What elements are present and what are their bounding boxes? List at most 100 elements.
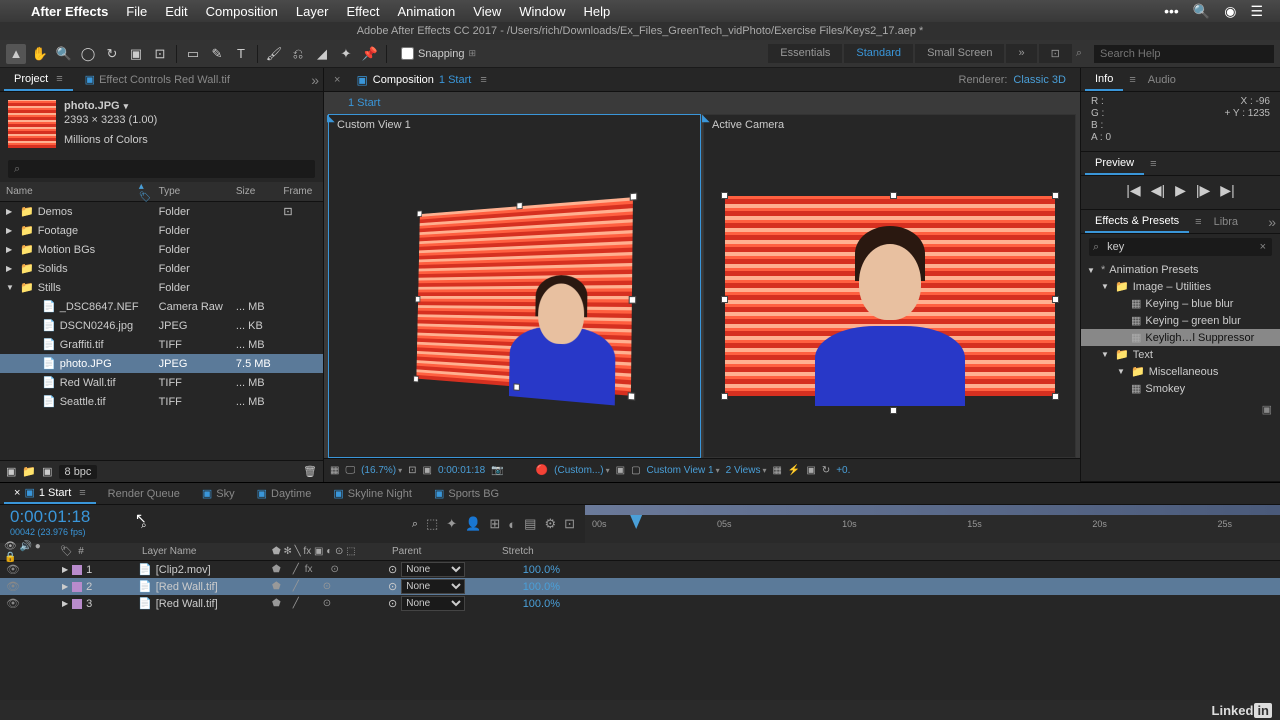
vt-px-icon[interactable]: ▦ <box>772 465 781 476</box>
vt-mask-icon[interactable]: ▢ <box>631 465 640 476</box>
menu-edit[interactable]: Edit <box>156 4 196 19</box>
info-tab[interactable]: Info <box>1085 69 1123 91</box>
snapping-checkbox[interactable] <box>401 47 414 60</box>
tl-comp-mini-icon[interactable]: ⬚ <box>426 516 438 532</box>
effects-tree-item[interactable]: ▼📁Text <box>1081 346 1280 363</box>
tl-tab-renderqueue[interactable]: Render Queue <box>98 485 190 503</box>
camera-tool-icon[interactable]: ▣ <box>126 44 146 64</box>
project-row[interactable]: ▶📁Motion BGsFolder <box>0 240 323 259</box>
hand-tool-icon[interactable]: ✋ <box>30 44 50 64</box>
effects-new-bin-icon[interactable]: ▣ <box>1081 399 1280 420</box>
parent-select[interactable]: None <box>401 562 465 577</box>
effect-controls-tab[interactable]: ▣ Effect Controls Red Wall.tif <box>75 69 240 90</box>
user-icon[interactable]: ◉ <box>1217 3 1243 20</box>
status-more-icon[interactable]: ••• <box>1157 3 1186 19</box>
project-row[interactable]: 📄DSCN0246.jpgJPEG... KB <box>0 316 323 335</box>
project-row[interactable]: ▶📁FootageFolder <box>0 221 323 240</box>
trash-icon[interactable]: 🗑 <box>303 465 317 478</box>
first-frame-icon[interactable]: |◀ <box>1126 182 1140 199</box>
audio-tab[interactable]: Audio <box>1138 70 1186 90</box>
notification-icon[interactable]: ☰ <box>1243 3 1270 20</box>
vt-draft-icon[interactable]: ↻ <box>822 465 830 476</box>
project-row[interactable]: 📄Graffiti.tifTIFF... MB <box>0 335 323 354</box>
tl-tab-sky[interactable]: ▣ Sky <box>192 484 245 503</box>
tl-tab-daytime[interactable]: ▣ Daytime <box>247 484 322 503</box>
timeline-timecode[interactable]: 0:00:01:18 <box>10 507 115 527</box>
eraser-tool-icon[interactable]: ◢ <box>312 44 332 64</box>
project-search-input[interactable] <box>8 160 315 178</box>
brush-tool-icon[interactable]: 🖌 <box>264 44 284 64</box>
text-tool-icon[interactable]: T <box>231 44 251 64</box>
effects-search-input[interactable] <box>1103 238 1253 256</box>
project-tab[interactable]: Project ≡ <box>4 69 73 91</box>
new-folder-icon[interactable]: 📁 <box>22 465 36 478</box>
workspace-essentials[interactable]: Essentials <box>768 44 842 63</box>
project-row[interactable]: 📄photo.JPGJPEG7.5 MB <box>0 354 323 373</box>
project-row[interactable]: 📄Seattle.tifTIFF... MB <box>0 392 323 411</box>
prev-frame-icon[interactable]: ◀| <box>1151 182 1165 199</box>
puppet-tool-icon[interactable]: 📌 <box>360 44 380 64</box>
tl-tab-skyline[interactable]: ▣ Skyline Night <box>323 484 422 503</box>
tl-shy-icon[interactable]: 👤 <box>465 516 481 532</box>
viewer-right[interactable]: ◣ Active Camera <box>703 114 1076 458</box>
project-row[interactable]: 📄Red Wall.tifTIFF... MB <box>0 373 323 392</box>
zoom-tool-icon[interactable]: 🔍 <box>54 44 74 64</box>
workspace-standard[interactable]: Standard <box>844 44 913 63</box>
bpc-button[interactable]: 8 bpc <box>59 465 98 479</box>
next-frame-icon[interactable]: |▶ <box>1196 182 1210 199</box>
menu-layer[interactable]: Layer <box>287 4 338 19</box>
vt-snapshot-icon[interactable]: 📷 <box>491 465 503 476</box>
orbit-tool-icon[interactable]: ◯ <box>78 44 98 64</box>
last-frame-icon[interactable]: ▶| <box>1220 182 1234 199</box>
interpret-icon[interactable]: ▣ <box>6 465 16 478</box>
comp-close-icon[interactable]: × <box>328 74 346 86</box>
project-row[interactable]: ▼📁StillsFolder <box>0 278 323 297</box>
menu-window[interactable]: Window <box>510 4 574 19</box>
project-row[interactable]: ▶📁DemosFolder⊡ <box>0 202 323 221</box>
menu-effect[interactable]: Effect <box>337 4 388 19</box>
effects-tree-item[interactable]: ▼📁Image – Utilities <box>1081 278 1280 295</box>
vt-res-icon[interactable]: ⊡ <box>408 465 416 476</box>
vt-display-icon[interactable]: 🖵 <box>345 465 355 476</box>
col-size[interactable]: Size <box>236 186 284 197</box>
tl-draft3d-icon[interactable]: ✦ <box>446 516 457 532</box>
timeline-layer-row[interactable]: 👁 ▶3 📄[Red Wall.tif] ⬟╱⊙ ⊙None 100.0% <box>0 595 1280 612</box>
tl-frame-blend-icon[interactable]: ⊞ <box>489 516 500 532</box>
vt-views-count[interactable]: 2 Views <box>726 465 767 476</box>
clone-tool-icon[interactable]: ⎌ <box>288 44 308 64</box>
effects-search-clear-icon[interactable]: × <box>1254 241 1272 253</box>
vt-channel-icon[interactable]: 🔴 <box>536 465 548 476</box>
search-help-input[interactable] <box>1094 45 1274 63</box>
eff-expand-icon[interactable]: » <box>1268 214 1276 230</box>
workspace-more-icon[interactable]: » <box>1006 44 1036 63</box>
project-row[interactable]: ▶📁SolidsFolder <box>0 259 323 278</box>
tl-motion-blur-icon[interactable]: ◐ <box>508 517 516 532</box>
vt-time[interactable]: 0:00:01:18 <box>438 465 485 476</box>
effects-tree-item[interactable]: ▦Keying – blue blur <box>1081 295 1280 312</box>
viewer-left[interactable]: ◣ Custom View 1 <box>328 114 701 458</box>
menu-file[interactable]: File <box>117 4 156 19</box>
vt-roi-icon[interactable]: ▣ <box>423 465 432 476</box>
menu-view[interactable]: View <box>464 4 510 19</box>
renderer-dropdown[interactable]: Renderer:Classic 3D <box>959 74 1077 86</box>
timeline-layer-row[interactable]: 👁 ▶2 📄[Red Wall.tif] ⬟╱⊙ ⊙None 100.0% <box>0 578 1280 595</box>
effects-presets-tab[interactable]: Effects & Presets <box>1085 211 1189 233</box>
tl-tab-1start[interactable]: × ▣ 1 Start ≡ <box>4 483 96 504</box>
timeline-ruler[interactable]: 00s 05s 10s 15s 20s 25s <box>585 505 1280 543</box>
timeline-layer-row[interactable]: 👁 ▶1 📄[Clip2.mov] ⬟╱fx⊙ ⊙None 100.0% <box>0 561 1280 578</box>
project-row[interactable]: 📄_DSC8647.NEFCamera Raw... MB <box>0 297 323 316</box>
preview-tab[interactable]: Preview <box>1085 153 1144 175</box>
tl-graph-icon[interactable]: ▤ <box>524 516 536 532</box>
col-frame[interactable]: Frame <box>283 186 323 197</box>
tl-col-name[interactable]: Layer Name <box>138 543 268 560</box>
menu-composition[interactable]: Composition <box>197 4 287 19</box>
parent-select[interactable]: None <box>401 579 465 594</box>
snapping-toggle[interactable]: Snapping ⊞ <box>401 47 476 60</box>
selection-tool-icon[interactable]: ▲ <box>6 44 26 64</box>
playhead-icon[interactable] <box>630 515 642 529</box>
col-name[interactable]: Name <box>0 186 139 197</box>
vt-trans-icon[interactable]: ▣ <box>806 465 815 476</box>
vt-zoom[interactable]: (16.7%) <box>361 465 402 476</box>
tl-search-icon[interactable]: ⌕ <box>412 518 418 531</box>
tl-col-stretch[interactable]: Stretch <box>498 543 570 560</box>
